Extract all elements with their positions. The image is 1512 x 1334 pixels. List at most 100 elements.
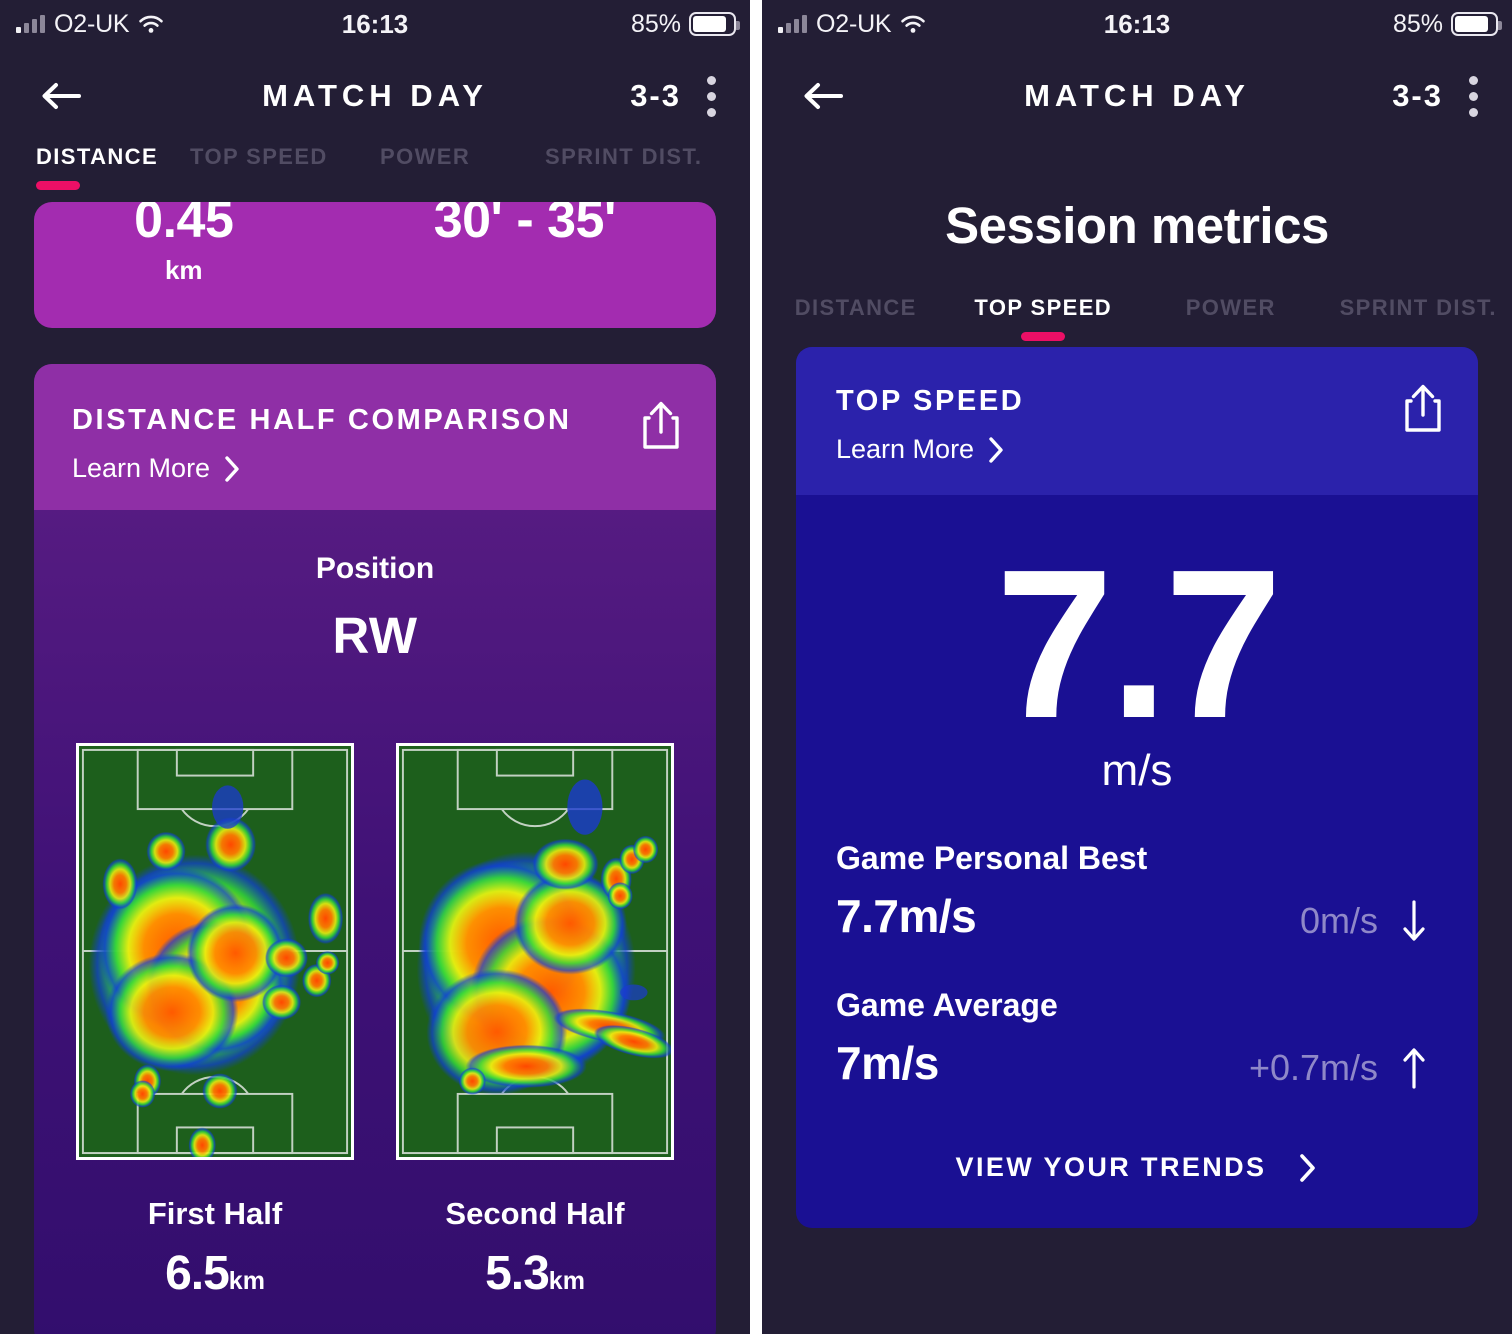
status-bar-right: O2-UK 16:13 85% [762,0,1512,48]
screenshot-divider [750,0,762,1334]
tab-label: TOP SPEED [190,144,328,169]
nav-right-group: 3-3 [630,72,750,121]
nav-bar-right: MATCH DAY 3-3 [762,48,1512,144]
status-bar-clock: 16:13 [1103,8,1171,39]
card-title: DISTANCE HALF COMPARISON [72,404,572,436]
tab-top-speed[interactable]: TOP SPEED [950,295,1138,347]
tab-label: DISTANCE [36,144,159,169]
tab-label: POWER [380,144,471,169]
distance-half-comparison-card: DISTANCE HALF COMPARISON Learn More Posi… [34,364,716,1334]
position-label: Position [315,552,435,585]
arrow-up-icon [1403,1047,1425,1089]
first-half-unit: km [228,1267,265,1295]
partial-distance-value: 0.45 [134,202,234,249]
metric-value: 7m/s [836,1036,939,1089]
view-trends-label: VIEW YOUR TRENDS [955,1152,1267,1183]
first-half-label: First Half [147,1196,283,1231]
battery-icon [689,12,740,36]
first-half-value: 6.5 [165,1247,230,1300]
learn-more-label: Learn More [72,453,211,483]
first-half-heatmap [76,743,354,1160]
second-half-column: Second Half 5.3km [396,743,674,1301]
metric-tabs-left: DISTANCE TOP SPEED POWER SPRINT DIST. [0,144,750,196]
second-half-value: 5.3 [485,1247,550,1300]
metric-label: Game Average [836,986,1058,1023]
tab-sprint-dist[interactable]: SPRINT DIST. [545,144,750,196]
tab-active-indicator [1021,332,1066,341]
card-header: DISTANCE HALF COMPARISON Learn More [34,364,716,510]
learn-more-link[interactable]: Learn More [836,434,1446,465]
first-half-column: First Half 6.5km [76,743,354,1301]
first-half-value-group: 6.5km [76,1246,354,1301]
partial-card-row: 0.45 km 30' - 35' [34,202,716,286]
tab-label: SPRINT DIST. [1339,295,1497,320]
metric-row: 7.7m/s 0m/s [836,889,1438,943]
share-button[interactable] [640,400,682,455]
tab-sprint-dist[interactable]: SPRINT DIST. [1325,295,1512,347]
second-half-label: Second Half [445,1196,625,1231]
position-value: RW [332,607,418,664]
battery-icon [1451,12,1502,36]
metric-game-average: Game Average 7m/s +0.7m/s [836,987,1438,1090]
share-icon [1405,384,1441,432]
metric-tabs-right: DISTANCE TOP SPEED POWER SPRINT DIST. [762,295,1512,347]
chevron-right-icon [225,455,239,482]
metric-label: Game Personal Best [836,839,1148,876]
card-body: Position RW First Half 6.5km Second Half… [34,510,716,1334]
second-half-heatmap [396,743,674,1160]
top-speed-unit: m/s [1101,745,1173,795]
partial-distance-stat: 0.45 km [134,202,234,286]
status-bar-left: O2-UK 16:13 85% [0,0,750,48]
tab-top-speed[interactable]: TOP SPEED [190,144,380,196]
chevron-right-icon [989,436,1003,463]
partial-time-range-stat: 30' - 35' [433,202,617,249]
match-score: 3-3 [630,78,681,113]
left-scroll-area[interactable]: 0.45 km 30' - 35' DISTANCE HALF COMPARIS… [0,202,750,1334]
distance-summary-card-partial[interactable]: 0.45 km 30' - 35' [34,202,716,328]
learn-more-label: Learn More [836,434,975,464]
tab-distance[interactable]: DISTANCE [0,144,190,196]
tab-label: POWER [1185,295,1276,320]
metric-delta: 0m/s [1300,899,1438,943]
share-button[interactable] [1402,383,1444,438]
metric-delta-value: 0m/s [1299,899,1378,941]
tab-power[interactable]: POWER [1137,295,1325,347]
top-speed-hero: 7.7 m/s [836,525,1438,796]
share-icon [643,401,679,449]
more-options-icon[interactable] [703,72,720,121]
nav-right-group: 3-3 [1392,72,1512,121]
top-speed-value: 7.7 [995,525,1283,762]
more-options-icon[interactable] [1465,72,1482,121]
top-speed-card: TOP SPEED Learn More 7.7 m/s Game Person… [796,347,1478,1228]
second-half-unit: km [548,1267,585,1295]
tab-distance[interactable]: DISTANCE [762,295,950,347]
tab-label: TOP SPEED [974,295,1113,320]
view-trends-button[interactable]: VIEW YOUR TRENDS [836,1152,1438,1184]
match-score: 3-3 [1392,78,1443,113]
arrow-down-icon [1403,899,1425,941]
card-header: TOP SPEED Learn More [796,347,1478,495]
partial-time-range-value: 30' - 35' [433,202,617,249]
tab-active-indicator [36,181,80,190]
left-phone-screen: O2-UK 16:13 85% MATCH DAY 3-3 DISTANCE T… [0,0,750,1334]
tab-label: DISTANCE [794,295,917,320]
session-metrics-heading: Session metrics [945,197,1329,254]
status-bar-clock: 16:13 [341,8,409,39]
metric-value: 7.7m/s [836,889,977,942]
right-phone-screen: O2-UK 16:13 85% MATCH DAY 3-3 Session me… [762,0,1512,1334]
card-body: 7.7 m/s Game Personal Best 7.7m/s 0m/s G… [796,495,1478,1228]
metric-delta: +0.7m/s [1249,1046,1438,1090]
dual-screenshot-container: O2-UK 16:13 85% MATCH DAY 3-3 DISTANCE T… [0,0,1512,1334]
partial-distance-unit: km [164,255,203,286]
card-title: TOP SPEED [836,385,1025,417]
tab-label: SPRINT DIST. [545,144,703,169]
tab-power[interactable]: POWER [380,144,545,196]
metric-game-personal-best: Game Personal Best 7.7m/s 0m/s [836,840,1438,943]
heatmap-comparison: First Half 6.5km Second Half 5.3km [34,743,716,1301]
learn-more-link[interactable]: Learn More [72,453,684,484]
metric-delta-value: +0.7m/s [1248,1046,1378,1088]
metric-row: 7m/s +0.7m/s [836,1036,1438,1090]
chevron-right-icon [1300,1153,1316,1182]
second-half-value-group: 5.3km [396,1246,674,1301]
nav-bar-left: MATCH DAY 3-3 [0,48,750,144]
